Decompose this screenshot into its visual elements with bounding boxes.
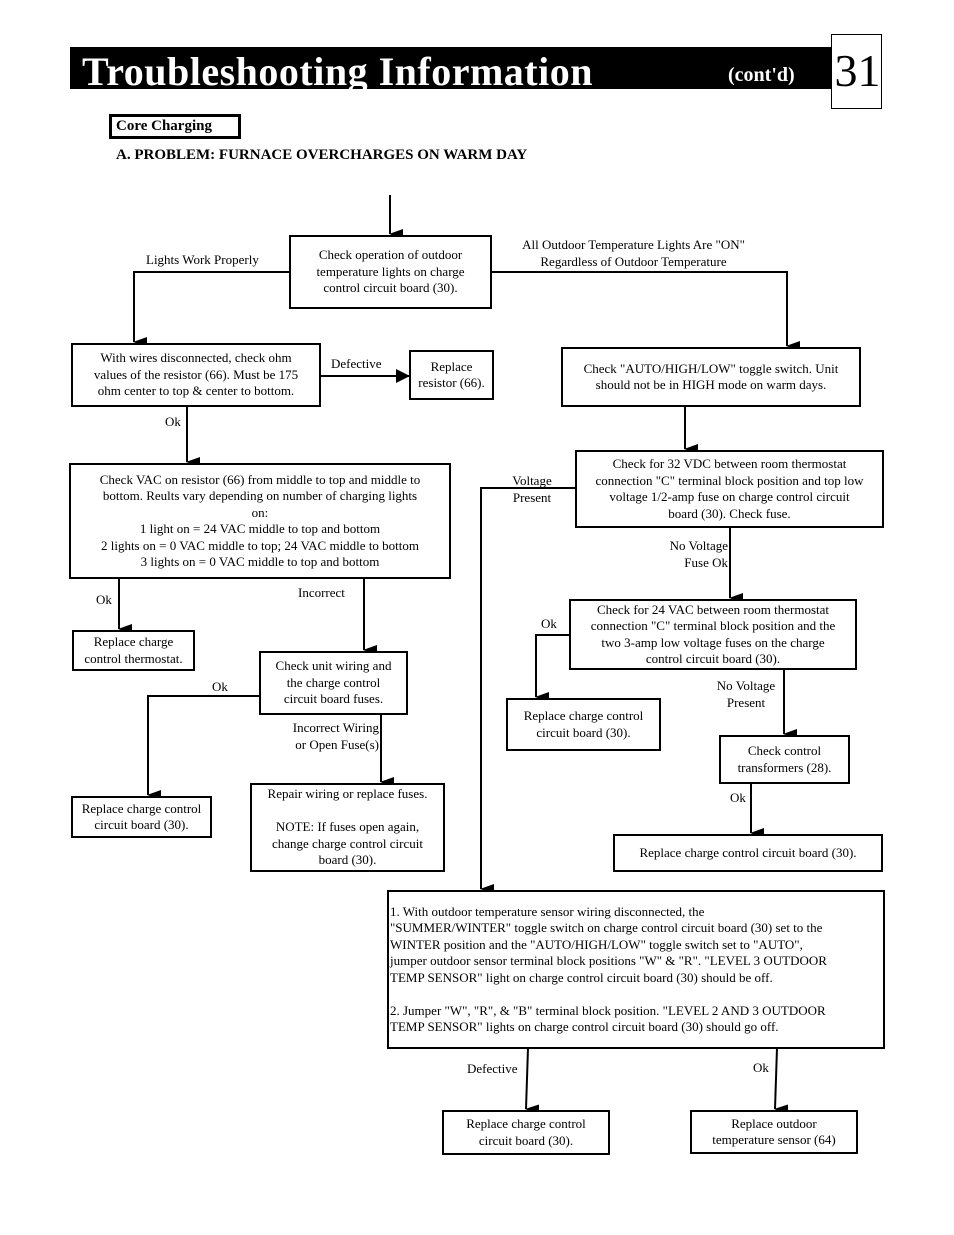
node-repair-wiring: Repair wiring or replace fuses. NOTE: If…: [250, 783, 445, 872]
connector-defective-2: [525, 1047, 540, 1115]
node-sensor-test: 1. With outdoor temperature sensor wirin…: [387, 890, 885, 1049]
node-replace-resistor: Replace resistor (66).: [409, 350, 494, 400]
label-no-voltage-present: No Voltage Present: [716, 678, 776, 710]
label-defective-2: Defective: [467, 1061, 518, 1076]
connector-ok-3: [147, 695, 260, 800]
node-text: Check for 24 VAC between room thermostat…: [590, 601, 836, 667]
label-ok-4: Ok: [541, 616, 557, 631]
node-text: Replace outdoor temperature sensor (64): [712, 1115, 836, 1148]
node-replace-board-d: Replace charge control circuit board (30…: [442, 1110, 610, 1155]
label-no-voltage-fuse-ok: No Voltage Fuse Ok: [669, 538, 728, 570]
node-text: Replace charge control thermostat.: [84, 634, 183, 666]
node-text: Check operation of outdoor temperature l…: [316, 247, 465, 296]
connector-ok-6: [774, 1047, 789, 1115]
node-check-vac-resistor: Check VAC on resistor (66) from middle t…: [69, 463, 451, 579]
label-ok-2: Ok: [96, 592, 112, 607]
node-text: With wires disconnected, check ohm value…: [93, 350, 299, 399]
label-defective-1: Defective: [331, 356, 382, 371]
node-check-wiring: Check unit wiring and the charge control…: [259, 651, 408, 715]
label-incorrect: Incorrect: [298, 585, 345, 600]
node-text: Replace charge control circuit board (30…: [81, 800, 202, 833]
node-replace-sensor: Replace outdoor temperature sensor (64): [690, 1110, 858, 1154]
node-text: Replace charge control circuit board (30…: [466, 1116, 586, 1148]
node-text: Check control transformers (28).: [737, 743, 832, 775]
node-replace-thermostat: Replace charge control thermostat.: [72, 630, 195, 671]
node-replace-board-c: Replace charge control circuit board (30…: [613, 834, 883, 872]
node-text: Check "AUTO/HIGH/LOW" toggle switch. Uni…: [583, 360, 839, 393]
node-text: Replace charge control circuit board (30…: [639, 844, 857, 860]
label-ok-6: Ok: [753, 1060, 769, 1075]
node-text: Check for 32 VDC between room thermostat…: [595, 456, 864, 521]
node-text: Check VAC on resistor (66) from middle t…: [99, 471, 421, 570]
node-check-32vdc: Check for 32 VDC between room thermostat…: [575, 450, 884, 528]
label-all-lights-on: All Outdoor Temperature Lights Are "ON" …: [522, 237, 745, 269]
label-ok-5: Ok: [730, 790, 746, 805]
label-incorrect-wiring: Incorrect Wiring or Open Fuse(s): [292, 720, 379, 752]
node-text: Repair wiring or replace fuses. NOTE: If…: [267, 786, 428, 868]
label-ok-3: Ok: [212, 679, 228, 694]
node-check-toggle: Check "AUTO/HIGH/LOW" toggle switch. Uni…: [561, 347, 861, 407]
label-ok-1: Ok: [165, 414, 181, 429]
node-text: Check unit wiring and the charge control…: [275, 658, 392, 707]
connector-ok-4: [535, 634, 570, 702]
arrowhead-defective-1: [396, 369, 410, 383]
node-text: Replace charge control circuit board (30…: [523, 708, 644, 740]
label-voltage-present: Voltage Present: [512, 473, 552, 505]
node-check-ohm: With wires disconnected, check ohm value…: [71, 343, 321, 407]
node-text: 1. With outdoor temperature sensor wirin…: [390, 903, 827, 1035]
label-lights-work: Lights Work Properly: [146, 252, 259, 267]
connector-lights-work: [133, 271, 290, 347]
node-check-transformers: Check control transformers (28).: [719, 735, 850, 784]
node-check-24vac: Check for 24 VAC between room thermostat…: [569, 599, 857, 670]
node-replace-board-a: Replace charge control circuit board (30…: [506, 698, 661, 751]
node-check-lights: Check operation of outdoor temperature l…: [289, 235, 492, 309]
connector-all-lights-on: [491, 271, 800, 351]
connector-voltage-present: [480, 487, 577, 894]
node-replace-board-b: Replace charge control circuit board (30…: [71, 796, 212, 838]
node-text: Replace resistor (66).: [418, 358, 485, 391]
